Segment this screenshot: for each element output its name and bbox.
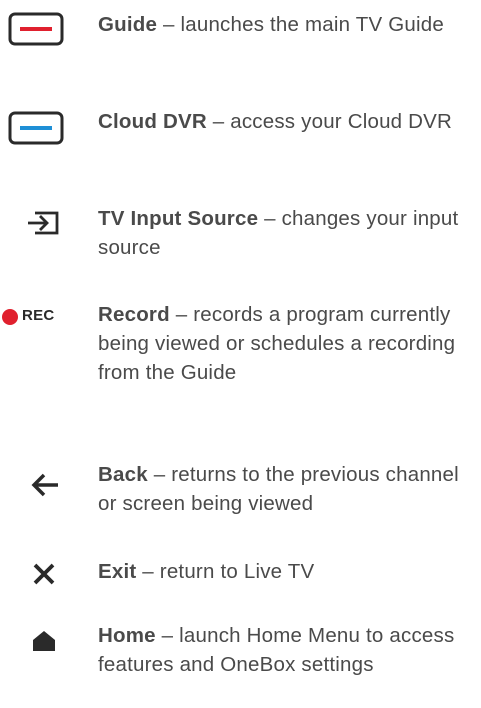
description: – return to Live TV [136, 560, 315, 583]
term: Back [98, 463, 148, 486]
term: Exit [98, 560, 137, 583]
legend-text-back: Back – returns to the previous channel o… [98, 460, 481, 518]
input-source-icon [28, 211, 59, 235]
rec-icon: REC [0, 307, 80, 327]
legend-text-guide: Guide – launches the main TV Guide [98, 10, 481, 39]
home-icon [33, 631, 55, 651]
cloud-dvr-icon [8, 111, 64, 145]
legend-text-home: Home – launch Home Menu to access featur… [98, 621, 481, 679]
description: – access your Cloud DVR [206, 110, 453, 133]
description: – returns to the previous channel or scr… [98, 463, 459, 515]
term: Cloud DVR [98, 110, 207, 133]
back-arrow-icon [31, 473, 58, 497]
legend-text-exit: Exit – return to Live TV [98, 557, 481, 586]
term: TV Input Source [98, 207, 259, 230]
record-dot-icon [2, 309, 18, 325]
rec-label: REC [22, 307, 55, 324]
term: Guide [98, 13, 158, 36]
guide-icon [8, 12, 64, 46]
legend-text-record: Record – records a program currently bei… [98, 300, 481, 387]
term: Home [98, 624, 156, 647]
close-icon [33, 563, 55, 585]
legend-text-cloud-dvr: Cloud DVR – access your Cloud DVR [98, 107, 481, 136]
term: Record [98, 303, 170, 326]
description: – launches the main TV Guide [157, 13, 444, 36]
legend-text-input-source: TV Input Source – changes your input sou… [98, 204, 481, 262]
